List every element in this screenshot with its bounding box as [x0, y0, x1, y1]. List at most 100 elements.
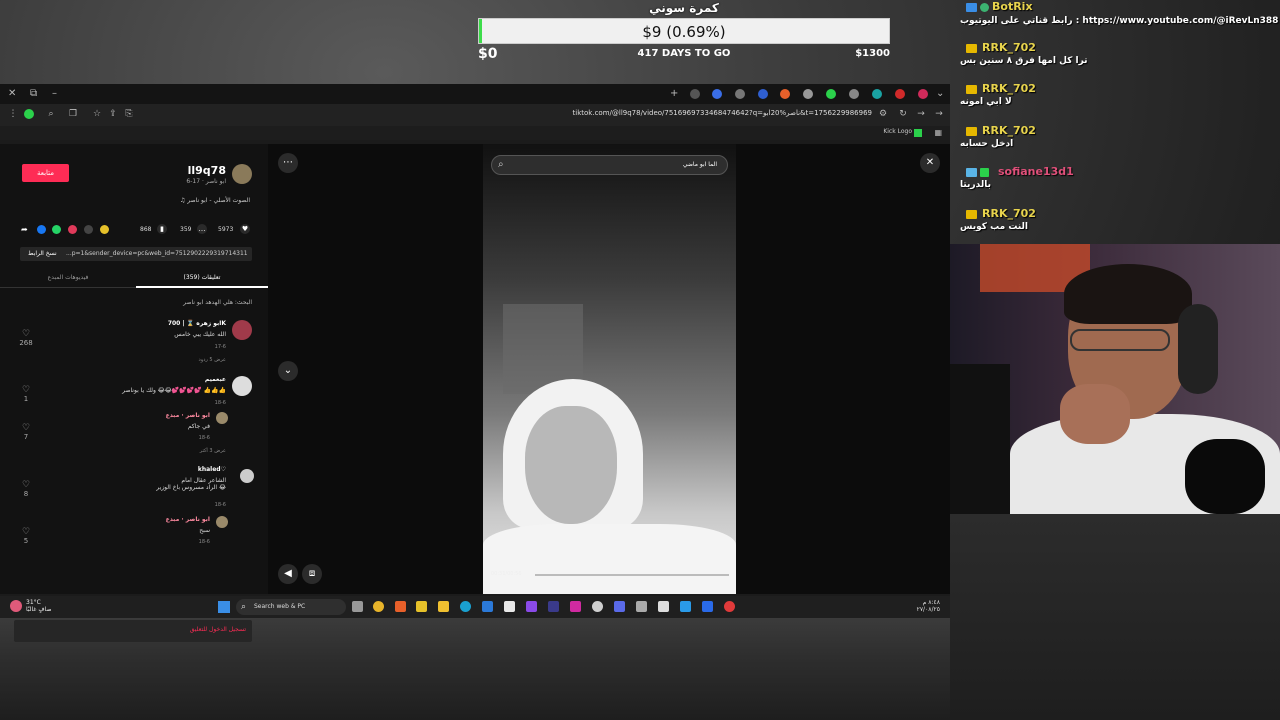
address-bar[interactable]: ⋮ ⌕ ❐ ☆ ⇪ ⎘ tiktok.com/@ll9q78/video/751…: [0, 104, 950, 126]
restore-icon[interactable]: ⧉: [30, 88, 37, 99]
reply-author[interactable]: ابو ناصر · مبدع: [166, 516, 210, 523]
task-view-icon[interactable]: [352, 601, 363, 612]
comment-author[interactable]: عبعميم: [205, 376, 226, 383]
tab-icon[interactable]: [826, 89, 836, 99]
commenter-avatar[interactable]: [240, 469, 254, 483]
comment-input[interactable]: تسجيل الدخول للتعليق: [14, 620, 252, 642]
search-query[interactable]: الما ابو ماضي: [683, 161, 717, 168]
share-arrow-icon[interactable]: ➦: [21, 225, 30, 234]
tab-icon[interactable]: [712, 89, 722, 99]
app-icon[interactable]: [570, 601, 581, 612]
tab-search-icon[interactable]: ⌕: [46, 109, 56, 119]
share-icon[interactable]: ⇪: [108, 109, 118, 119]
weather-widget[interactable]: 31°C صافٍ غالبًا: [26, 599, 51, 613]
tab-icon[interactable]: [918, 89, 928, 99]
apps-grid-icon[interactable]: ▦: [934, 128, 942, 137]
comment-like[interactable]: ♡ 268: [18, 330, 34, 348]
app-icon[interactable]: [416, 601, 427, 612]
sound-name[interactable]: الصوت الأصلي - ابو ناصر: [187, 197, 250, 204]
app-icon[interactable]: [724, 601, 735, 612]
close-video-icon[interactable]: ✕: [920, 153, 940, 173]
discord-icon[interactable]: [614, 601, 625, 612]
kick-logo-icon[interactable]: [914, 129, 922, 137]
reply-author[interactable]: ابو ناصر · مبدع: [166, 412, 210, 419]
forward-icon[interactable]: →: [916, 109, 926, 119]
store-icon[interactable]: [482, 601, 493, 612]
tab-icon[interactable]: [780, 89, 790, 99]
comment-author[interactable]: ابو زهره ⌛ | 700K: [168, 320, 226, 327]
reply-avatar[interactable]: [216, 516, 228, 528]
volume-icon[interactable]: ◀: [278, 564, 298, 584]
site-info-icon[interactable]: ⚙: [878, 109, 888, 119]
copy-icon[interactable]: ❐: [68, 109, 78, 119]
search-hint[interactable]: البحث: هلي الهدهد ابو ناصر: [183, 299, 252, 306]
share-telegram-icon[interactable]: [68, 225, 77, 234]
system-tray[interactable]: ٨:٤٨ م ٢٧/٠٨/٢٥: [917, 599, 940, 613]
tab-icon[interactable]: [849, 89, 859, 99]
clock-date[interactable]: ٢٧/٠٨/٢٥: [917, 606, 940, 613]
embed-icon[interactable]: [84, 225, 93, 234]
start-button[interactable]: [218, 601, 230, 613]
commenter-avatar[interactable]: [232, 320, 252, 340]
close-icon[interactable]: ✕: [8, 88, 16, 99]
comment-icon[interactable]: …: [197, 224, 207, 234]
copy-link-button[interactable]: نسخ الرابط: [28, 250, 57, 257]
tab-icon[interactable]: [690, 89, 700, 99]
weather-icon[interactable]: [10, 600, 22, 612]
share-coin-icon[interactable]: [100, 225, 109, 234]
creator-username[interactable]: ll9q78: [188, 164, 226, 177]
url-text[interactable]: tiktok.com/@ll9q78/video/751696973346847…: [573, 109, 872, 117]
tab-creator-videos[interactable]: فيديوهات المبدع: [0, 268, 136, 288]
video-player[interactable]: ⌕ الما ابو ماضي 00:31/00:56: [483, 144, 736, 594]
share-whatsapp-icon[interactable]: [52, 225, 61, 234]
login-to-comment[interactable]: تسجيل الدخول للتعليق: [190, 626, 246, 633]
view-more-replies[interactable]: عرض 3 أكثر: [200, 448, 226, 454]
comment-like[interactable]: ♡ 1: [18, 386, 34, 404]
view-replies[interactable]: عرض 5 ردود: [199, 357, 226, 363]
follow-button[interactable]: متابعة: [22, 164, 69, 182]
tab-icon[interactable]: [872, 89, 882, 99]
chrome-icon[interactable]: [373, 601, 384, 612]
star-icon[interactable]: ☆: [92, 109, 102, 119]
video-link[interactable]: ...p=1&sender_device=pc&web_id=751290222…: [66, 250, 248, 257]
install-icon[interactable]: ⎘: [124, 109, 134, 119]
heart-icon[interactable]: ♡: [18, 528, 34, 537]
app-icon[interactable]: [526, 601, 537, 612]
sound-label[interactable]: ♫ الصوت الأصلي - ابو ناصر: [180, 197, 250, 204]
file-explorer-icon[interactable]: [438, 601, 449, 612]
reload-icon[interactable]: ↻: [898, 109, 908, 119]
heart-icon[interactable]: ♡: [18, 424, 34, 433]
video-search-bar[interactable]: ⌕ الما ابو ماضي: [491, 155, 728, 175]
extension-icon[interactable]: [24, 109, 34, 119]
tab-menu-icon[interactable]: ⌄: [936, 88, 944, 99]
new-tab-icon[interactable]: +: [670, 88, 678, 99]
back-icon[interactable]: →: [934, 109, 944, 119]
reply-avatar[interactable]: [216, 412, 228, 424]
brave-icon[interactable]: [395, 601, 406, 612]
minimize-icon[interactable]: –: [52, 88, 57, 99]
app-icon[interactable]: [658, 601, 669, 612]
app-icon[interactable]: [702, 601, 713, 612]
bookmark-icon[interactable]: ▮: [157, 224, 167, 234]
tab-icon[interactable]: [803, 89, 813, 99]
comment-like[interactable]: ♡ 8: [18, 481, 34, 499]
heart-icon[interactable]: ♡: [18, 386, 34, 395]
comment-author[interactable]: khaled♡: [198, 466, 226, 473]
tab-icon[interactable]: [758, 89, 768, 99]
settings-icon[interactable]: [592, 601, 603, 612]
app-icon[interactable]: [504, 601, 515, 612]
share-facebook-icon[interactable]: [37, 225, 46, 234]
like-icon[interactable]: ♥: [240, 224, 250, 234]
commenter-avatar[interactable]: [232, 376, 252, 396]
bookmark-kick[interactable]: Kick Logo: [883, 128, 912, 135]
more-options-icon[interactable]: ⋯: [278, 153, 298, 173]
comment-like[interactable]: ♡ 7: [18, 424, 34, 442]
captions-icon[interactable]: ⧈: [302, 564, 322, 584]
app-icon[interactable]: [636, 601, 647, 612]
tab-icon[interactable]: [735, 89, 745, 99]
search-icon[interactable]: ⌕: [498, 159, 504, 170]
app-icon[interactable]: [680, 601, 691, 612]
video-link-box[interactable]: نسخ الرابط ...p=1&sender_device=pc&web_i…: [20, 247, 252, 261]
clock-time[interactable]: ٨:٤٨ م: [917, 599, 940, 606]
creator-avatar[interactable]: [232, 164, 252, 184]
